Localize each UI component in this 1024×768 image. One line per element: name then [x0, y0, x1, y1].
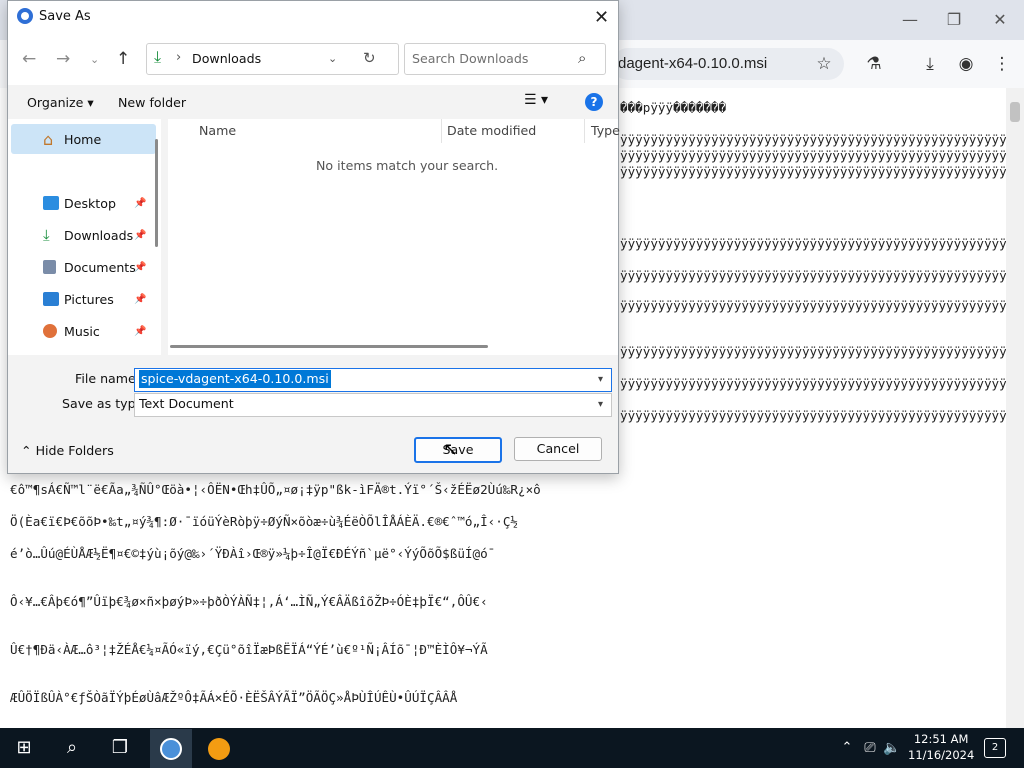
task-view-icon[interactable]: ❐	[108, 736, 132, 760]
file-name-value[interactable]: spice-vdagent-x64-0.10.0.msi	[139, 370, 331, 388]
content-line: ÆÛÖÏßÛÀ°€ƒŠÒãÏÝþÉøÙâÆŽºÔ‡ÃÁ×ÉÕ·ÈËŠÂÝÃÏ”Ö…	[10, 690, 458, 705]
home-icon: ⌂	[43, 130, 54, 149]
organize-label: Organize	[27, 95, 84, 110]
breadcrumb-separator-icon: ›	[176, 50, 182, 65]
navigation-scrollbar[interactable]	[155, 139, 158, 247]
chrome-icon	[17, 8, 33, 24]
back-icon[interactable]: ←	[22, 49, 36, 69]
chevron-down-icon[interactable]: ⌄	[328, 52, 337, 65]
menu-icon[interactable]: ⋮	[990, 52, 1014, 76]
pin-icon: 📌	[134, 230, 147, 241]
page-scroll-thumb[interactable]	[1010, 102, 1020, 122]
chrome-icon	[160, 738, 182, 760]
column-divider[interactable]	[584, 119, 585, 143]
documents-icon	[43, 260, 56, 274]
content-line: é’ò…Ûú@ÉÙÅÆ½Ë¶¤€©‡ýù¡õý@‰›´ŸÐÀî›Œ®ÿ»¼þ÷Î…	[10, 546, 496, 561]
restore-icon[interactable]: ❐	[944, 10, 964, 30]
content-line: €ô™¶sÁ€Ñ™l¨ë€Ãa„¾ÑÛ°Œöà•¦‹ÔËN•Œh‡ÛÕ„¤ø¡‡…	[10, 482, 541, 497]
close-icon[interactable]: ✕	[594, 7, 609, 28]
address-field[interactable]	[146, 43, 399, 75]
view-menu-icon[interactable]: ☰ ▾	[524, 92, 548, 108]
cancel-button[interactable]: Cancel	[514, 437, 602, 461]
close-icon[interactable]: ✕	[990, 10, 1010, 30]
minimize-icon[interactable]: —	[900, 10, 920, 30]
file-name-label: File name:	[75, 371, 141, 386]
sidebar-item-label: Documents	[64, 260, 136, 275]
new-folder-button[interactable]: New folder	[118, 95, 186, 110]
search-placeholder: Search Downloads	[412, 51, 529, 66]
pin-icon: 📌	[134, 262, 147, 273]
time: 12:51 AM	[913, 732, 969, 746]
pin-icon: 📌	[134, 294, 147, 305]
column-header-type[interactable]: Type	[591, 123, 620, 138]
volume-icon[interactable]: 🔈	[882, 736, 902, 760]
desktop-icon	[43, 196, 59, 210]
pictures-icon	[43, 292, 59, 306]
chevron-up-icon[interactable]: ⌃	[838, 736, 856, 760]
content-line: ���pÿÿÿ�������	[620, 100, 727, 115]
notifications-badge[interactable]: 2	[984, 738, 1006, 758]
installer-icon[interactable]	[208, 738, 230, 760]
start-icon[interactable]: ⊞	[12, 736, 36, 760]
music-icon	[43, 324, 57, 338]
up-icon[interactable]: ↑	[116, 49, 130, 69]
content-line: ÿÿÿÿÿÿÿÿÿÿÿÿÿÿÿÿÿÿÿÿÿÿÿÿÿÿÿÿÿÿÿÿÿÿÿÿÿÿÿÿ…	[620, 148, 1006, 163]
column-header-date[interactable]: Date modified	[447, 123, 536, 138]
sidebar-item-label: Music	[64, 324, 100, 339]
network-icon[interactable]: ⎚	[860, 736, 880, 760]
download-icon[interactable]: ⤓	[918, 52, 942, 76]
content-line: ÿÿÿÿÿÿÿÿÿÿÿÿÿÿÿÿÿÿÿÿÿÿÿÿÿÿÿÿÿÿÿÿÿÿÿÿÿÿÿÿ…	[620, 408, 1006, 423]
star-icon[interactable]: ☆	[812, 52, 836, 76]
search-icon[interactable]: ⌕	[60, 736, 84, 760]
sidebar-item-label: Desktop	[64, 196, 116, 211]
help-icon[interactable]: ?	[585, 93, 603, 111]
column-header-name[interactable]: Name	[199, 123, 236, 138]
content-line: Û€†¶Ðä‹ÀÆ…ô³¦‡ŽÉÅ€¼¤ÃÓ«ïý‚€Çü°õîÏæÞßËÏÁ“…	[10, 642, 488, 657]
dialog-titlebar	[8, 1, 618, 33]
hide-folders-label: Hide Folders	[35, 443, 114, 458]
file-list	[168, 119, 618, 355]
search-icon[interactable]: ⌕	[578, 49, 586, 67]
clock[interactable]: 12:51 AM 11/16/2024	[908, 731, 974, 763]
pin-icon: 📌	[134, 198, 147, 209]
content-line: ÿÿÿÿÿÿÿÿÿÿÿÿÿÿÿÿÿÿÿÿÿÿÿÿÿÿÿÿÿÿÿÿÿÿÿÿÿÿÿÿ…	[620, 132, 1006, 147]
chevron-down-icon[interactable]: ▾	[598, 374, 603, 385]
content-line: ÿÿÿÿÿÿÿÿÿÿÿÿÿÿÿÿÿÿÿÿÿÿÿÿÿÿÿÿÿÿÿÿÿÿÿÿÿÿÿÿ…	[620, 236, 1006, 251]
mouse-cursor-icon: ↖	[443, 439, 459, 460]
download-icon: ⤓	[154, 47, 162, 66]
sidebar-item-label: Pictures	[64, 292, 114, 307]
account-icon[interactable]: ◉	[954, 52, 978, 76]
content-line: ÿÿÿÿÿÿÿÿÿÿÿÿÿÿÿÿÿÿÿÿÿÿÿÿÿÿÿÿÿÿÿÿÿÿÿÿÿÿÿÿ…	[620, 376, 1006, 391]
column-divider[interactable]	[441, 119, 442, 143]
dialog-title: Save As	[39, 9, 91, 24]
page-scrollbar[interactable]	[1006, 88, 1024, 728]
content-line: ÿÿÿÿÿÿÿÿÿÿÿÿÿÿÿÿÿÿÿÿÿÿÿÿÿÿÿÿÿÿÿÿÿÿÿÿÿÿÿÿ…	[620, 268, 1006, 283]
chevron-down-icon[interactable]: ▾	[598, 399, 603, 410]
forward-icon[interactable]: →	[56, 49, 70, 69]
empty-message: No items match your search.	[316, 158, 499, 173]
address-bar-text: dagent-x64-0.10.0.msi	[618, 55, 768, 72]
content-line: ÿÿÿÿÿÿÿÿÿÿÿÿÿÿÿÿÿÿÿÿÿÿÿÿÿÿÿÿÿÿÿÿÿÿÿÿÿÿÿÿ…	[620, 344, 1006, 359]
date: 11/16/2024	[908, 748, 975, 762]
organize-button[interactable]: Organize ▾	[27, 95, 94, 110]
pin-icon: 📌	[134, 326, 147, 337]
sidebar-item-label: Home	[64, 132, 102, 147]
refresh-icon[interactable]: ↻	[363, 49, 376, 67]
lab-icon[interactable]: ⚗	[862, 52, 886, 76]
sidebar-item-label: Downloads	[64, 228, 134, 243]
chevron-down-icon[interactable]: ⌄	[90, 53, 99, 66]
save-as-dialog: Save As ✕ ← → ⌄ ↑ ⤓ › Downloads ⌄ ↻ Sear…	[7, 0, 620, 474]
content-line: Ô‹¥…€Âþ€ó¶”Ûïþ€¾ø×ñ×þøýÞ»÷þðÒÝÀÑ‡¦‚Á‘…ÌÑ…	[10, 594, 488, 609]
horizontal-scrollbar[interactable]	[170, 345, 488, 348]
save-as-type-value: Text Document	[139, 396, 234, 411]
download-icon: ⤓	[43, 226, 50, 244]
breadcrumb[interactable]: Downloads	[192, 51, 261, 66]
content-line: Ö(Èa€ï€Þ€õõÞ•‰t„¤ý¾¶:Ø·¯ïóüÝèRòþÿ÷ØýÑ×õò…	[10, 514, 518, 529]
hide-folders-button[interactable]: ⌃ Hide Folders	[21, 443, 114, 458]
content-line: ÿÿÿÿÿÿÿÿÿÿÿÿÿÿÿÿÿÿÿÿÿÿÿÿÿÿÿÿÿÿÿÿÿÿÿÿÿÿÿÿ…	[620, 164, 1006, 179]
content-line: ÿÿÿÿÿÿÿÿÿÿÿÿÿÿÿÿÿÿÿÿÿÿÿÿÿÿÿÿÿÿÿÿÿÿÿÿÿÿÿÿ…	[620, 298, 1006, 313]
